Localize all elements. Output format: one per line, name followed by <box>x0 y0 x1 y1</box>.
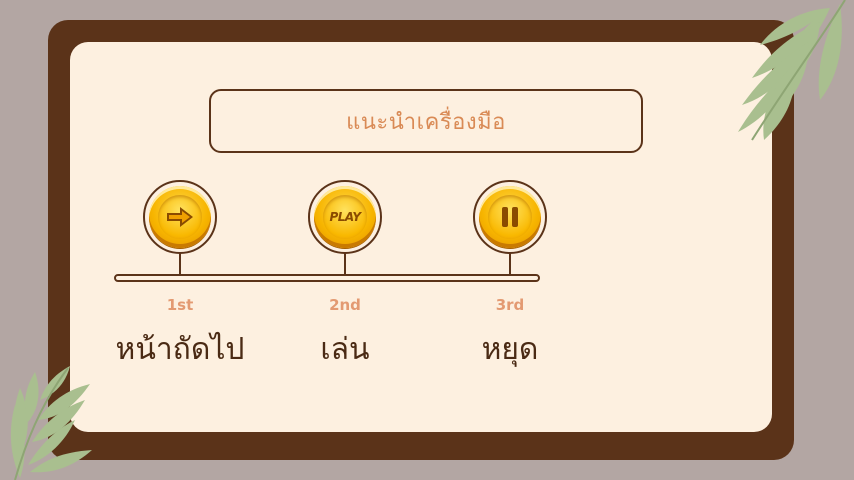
page-title: แนะนำเครื่องมือ <box>346 109 506 135</box>
palm-leaf-top-right <box>738 0 846 141</box>
title-box: แนะนำเครื่องมือ <box>209 89 643 153</box>
step-number-2: 2nd <box>329 296 361 314</box>
step-label-play: เล่น <box>320 332 370 367</box>
play-button[interactable]: PLAY <box>314 186 376 248</box>
step-number-1: 1st <box>166 296 194 314</box>
step-number-3: 3rd <box>495 296 525 314</box>
step-label-stop: หยุด <box>481 332 539 367</box>
next-page-button[interactable] <box>149 186 211 248</box>
pause-button-ring <box>473 180 547 254</box>
play-icon: PLAY <box>329 210 361 224</box>
arrow-right-icon <box>167 207 193 227</box>
timeline-bar <box>114 274 540 282</box>
palm-leaf-bottom-left <box>10 366 92 480</box>
next-button-ring <box>143 180 217 254</box>
pause-icon <box>502 207 518 227</box>
step-label-next: หน้าถัดไป <box>115 332 245 367</box>
play-button-ring: PLAY <box>308 180 382 254</box>
pause-button[interactable] <box>479 186 541 248</box>
